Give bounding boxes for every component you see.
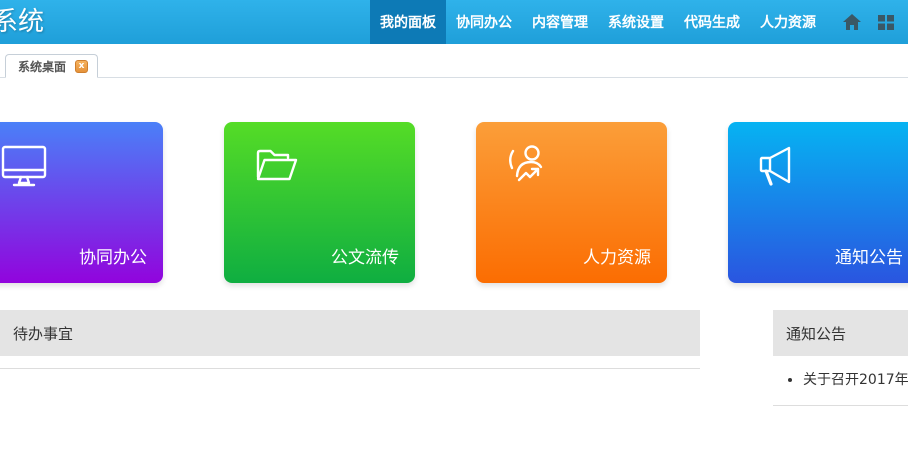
tab-label: 系统桌面 — [18, 58, 66, 75]
nav-item-my-panel[interactable]: 我的面板 — [370, 0, 446, 44]
notice-panel-title: 通知公告 — [773, 310, 908, 356]
todo-panel-title: 待办事宜 — [0, 310, 700, 356]
nav-item-code-gen[interactable]: 代码生成 — [674, 0, 750, 44]
tile-label: 人力资源 — [583, 243, 651, 268]
dashboard-panels: 待办事宜 通知公告 关于召开2017年年 — [0, 310, 908, 406]
megaphone-icon — [756, 141, 804, 189]
monitor-icon — [0, 141, 48, 189]
tab-system-desktop[interactable]: 系统桌面 x — [5, 54, 98, 78]
tab-bar: 系统桌面 x — [0, 44, 908, 78]
todo-panel: 待办事宜 — [0, 310, 700, 369]
notice-list: 关于召开2017年年 — [773, 356, 908, 405]
nav-item-collab-office[interactable]: 协同办公 — [446, 0, 522, 44]
tile-collab-office[interactable]: 协同办公 — [0, 122, 163, 283]
tile-document-flow[interactable]: 公文流传 — [224, 122, 415, 283]
nav-item-content-mgmt[interactable]: 内容管理 — [522, 0, 598, 44]
tile-label: 通知公告 — [835, 243, 903, 268]
person-trend-icon — [504, 141, 552, 189]
main-nav: 我的面板 协同办公 内容管理 系统设置 代码生成 人力资源 — [370, 0, 826, 44]
todo-panel-body — [0, 356, 700, 369]
tile-label: 公文流传 — [331, 243, 399, 268]
notice-list-item[interactable]: 关于召开2017年年 — [803, 369, 908, 389]
app-title: 系统 — [0, 0, 44, 44]
tile-hr[interactable]: 人力资源 — [476, 122, 667, 283]
nav-item-hr[interactable]: 人力资源 — [750, 0, 826, 44]
header-icon-group — [826, 0, 908, 44]
home-icon[interactable] — [842, 12, 862, 32]
folder-open-icon — [252, 141, 300, 189]
top-header: 系统 我的面板 协同办公 内容管理 系统设置 代码生成 人力资源 — [0, 0, 908, 44]
notice-panel-body: 关于召开2017年年 — [773, 356, 908, 406]
launcher-tile-row: 协同办公 公文流传 人力资源 — [0, 122, 908, 283]
close-icon[interactable]: x — [75, 60, 88, 73]
tile-notices[interactable]: 通知公告 — [728, 122, 908, 283]
tile-label: 协同办公 — [79, 243, 147, 268]
nav-item-system-settings[interactable]: 系统设置 — [598, 0, 674, 44]
notice-panel: 通知公告 关于召开2017年年 — [773, 310, 908, 406]
grid-icon[interactable] — [876, 12, 896, 32]
